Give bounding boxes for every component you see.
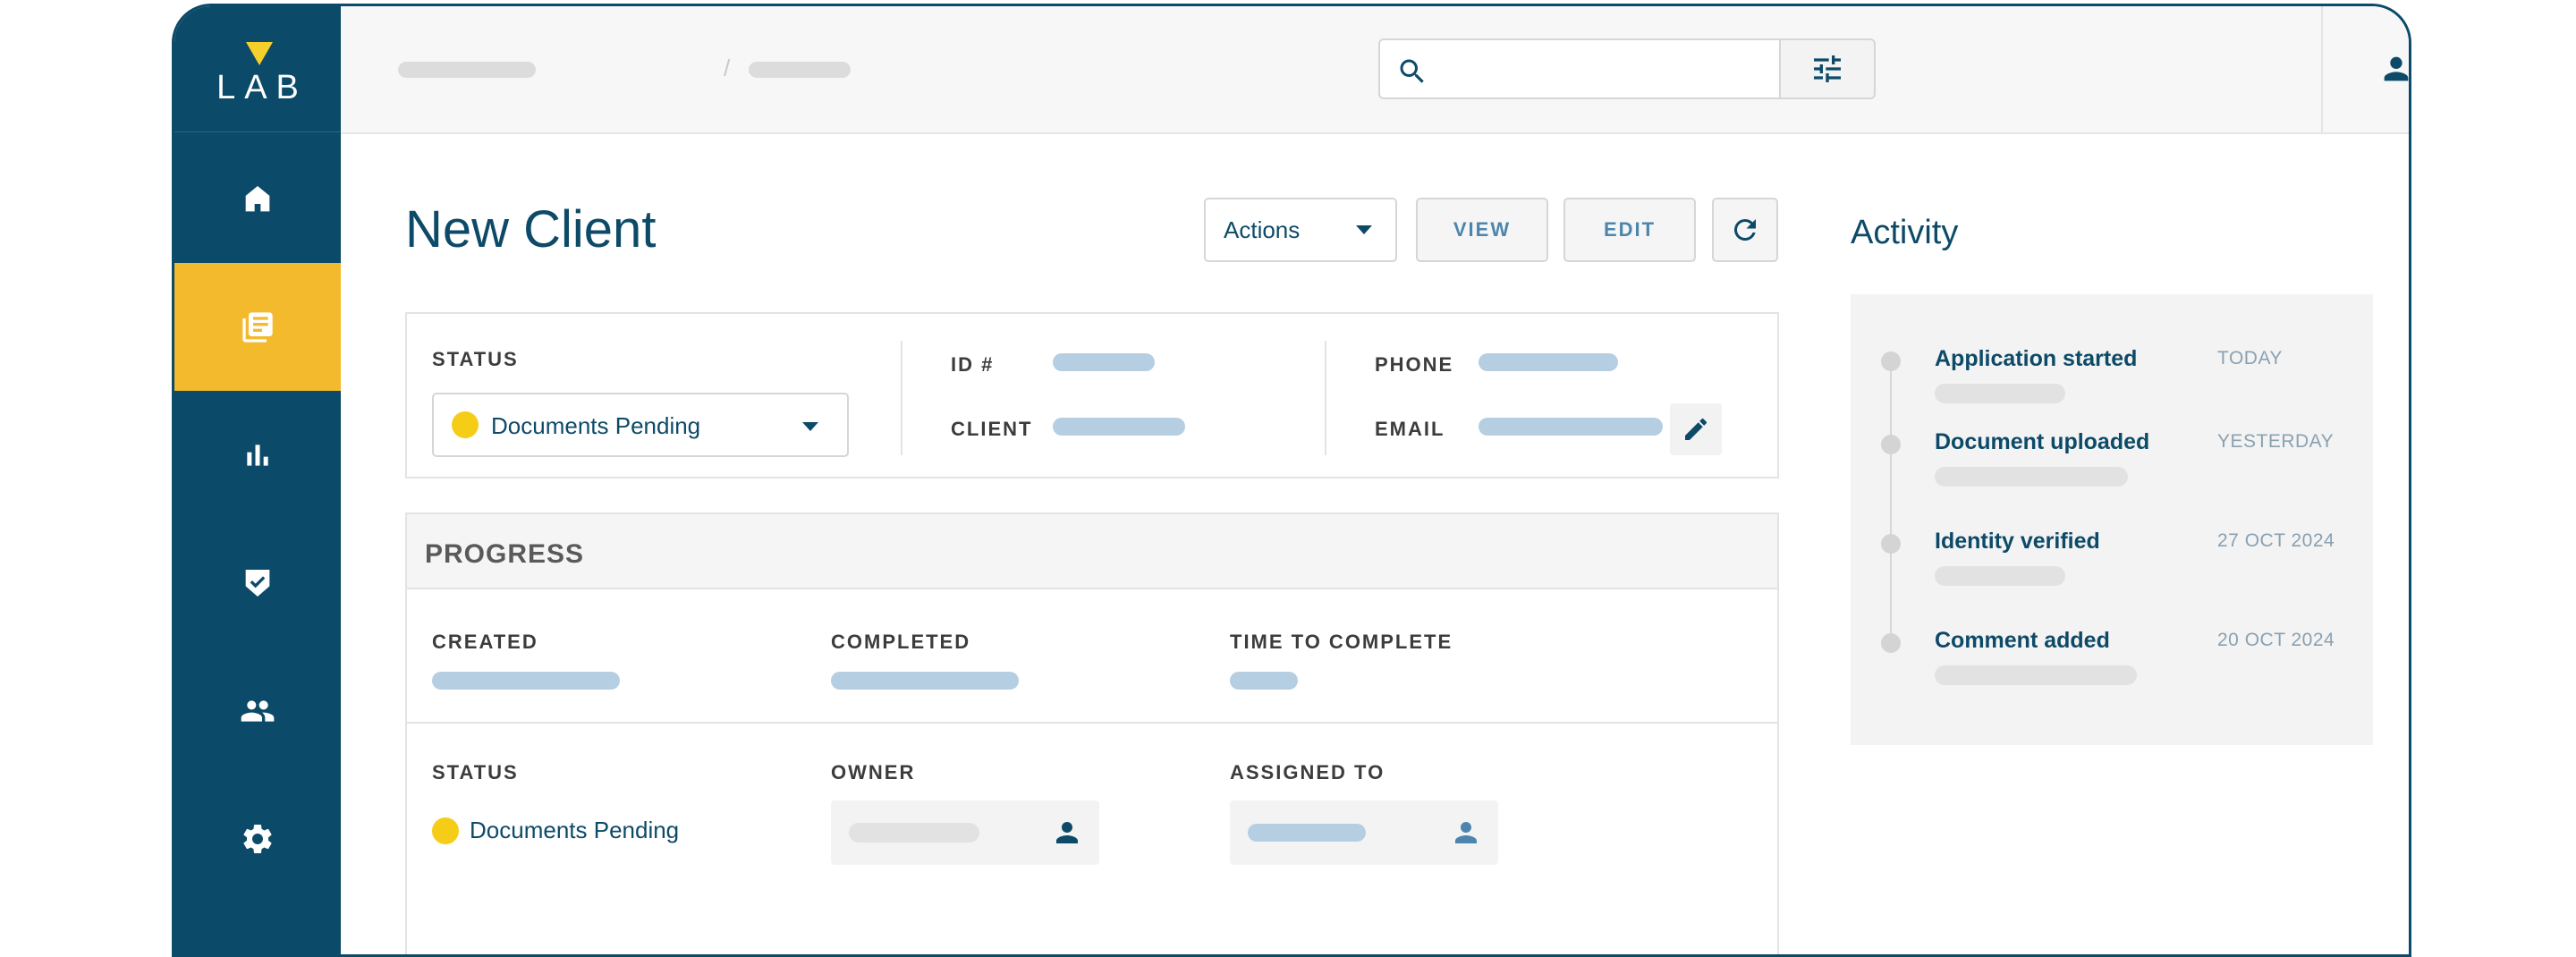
email-label: EMAIL <box>1375 418 1445 440</box>
email-value-placeholder <box>1479 418 1663 436</box>
sidebar-item-reports[interactable] <box>174 391 341 519</box>
activity-panel: Application started TODAY Document uploa… <box>1851 294 2373 745</box>
chevron-down-icon <box>802 422 818 431</box>
activity-item: Application started TODAY <box>1851 294 2373 403</box>
activity-label[interactable]: Comment added <box>1935 628 2110 654</box>
sidebar-item-documents[interactable] <box>174 263 341 391</box>
edit-email-button[interactable] <box>1670 403 1722 455</box>
assigned-to-label: ASSIGNED TO <box>1230 761 1385 783</box>
activity-date: 20 OCT 2024 <box>2217 630 2335 650</box>
progress-status-value: Documents Pending <box>432 817 679 844</box>
time-value-placeholder <box>1230 672 1298 690</box>
logo-text: LAB <box>216 69 308 106</box>
breadcrumb-item-placeholder[interactable] <box>749 62 851 78</box>
people-icon <box>241 699 275 722</box>
phone-label: PHONE <box>1375 353 1454 376</box>
app-window: LAB / New Client Actions VIEW EDIT STATU… <box>172 4 2411 957</box>
progress-title: PROGRESS <box>425 539 585 569</box>
sidebar-item-tasks[interactable] <box>174 519 341 647</box>
timeline-dot <box>1881 435 1901 454</box>
sidebar-item-settings[interactable] <box>174 775 341 902</box>
logo[interactable]: LAB <box>174 6 341 132</box>
status-dot <box>432 817 459 844</box>
activity-label[interactable]: Document uploaded <box>1935 429 2149 455</box>
refresh-button[interactable] <box>1712 198 1778 262</box>
activity-item: Identity verified 27 OCT 2024 <box>1851 477 2373 586</box>
progress-header: PROGRESS <box>407 514 1777 589</box>
chevron-down-icon <box>1356 225 1372 234</box>
user-icon <box>1455 822 1477 843</box>
refresh-icon <box>1734 219 1756 241</box>
activity-item: Document uploaded YESTERDAY <box>1851 377 2373 487</box>
activity-label[interactable]: Application started <box>1935 346 2137 372</box>
status-label: STATUS <box>432 348 519 370</box>
status-dot <box>452 411 479 438</box>
top-bar: / <box>341 6 2409 134</box>
activity-date: 27 OCT 2024 <box>2217 530 2335 551</box>
breadcrumb-separator: / <box>724 55 731 81</box>
activity-date: YESTERDAY <box>2217 431 2334 452</box>
created-label: CREATED <box>432 631 538 653</box>
completed-label: COMPLETED <box>831 631 971 653</box>
documents-icon <box>242 311 273 343</box>
pencil-icon <box>1685 418 1707 440</box>
sidebar-item-users[interactable] <box>174 647 341 775</box>
activity-item: Comment added 20 OCT 2024 <box>1851 576 2373 685</box>
search-input[interactable] <box>1378 38 1781 99</box>
progress-status-label: STATUS <box>432 761 519 783</box>
owner-field[interactable] <box>831 800 1099 865</box>
user-icon <box>1056 822 1078 843</box>
activity-detail-placeholder <box>1935 665 2137 685</box>
filter-icon <box>1814 55 1841 82</box>
divider <box>1325 341 1326 455</box>
gear-icon <box>243 824 272 853</box>
sidebar: LAB <box>174 6 341 954</box>
timeline-dot <box>1881 534 1901 554</box>
actions-label: Actions <box>1224 216 1301 243</box>
status-select[interactable]: Documents Pending <box>432 393 849 457</box>
id-value-placeholder <box>1053 353 1155 371</box>
shield-check-icon <box>245 569 270 597</box>
sidebar-item-home[interactable] <box>174 135 341 263</box>
activity-title: Activity <box>1851 214 1959 251</box>
search-icon <box>1400 59 1424 83</box>
timeline-dot <box>1881 351 1901 371</box>
assigned-value-placeholder <box>1248 824 1366 842</box>
filter-button[interactable] <box>1779 38 1876 99</box>
assigned-to-field[interactable] <box>1230 800 1498 865</box>
owner-label: OWNER <box>831 761 916 783</box>
completed-value-placeholder <box>831 672 1019 690</box>
id-label: ID # <box>951 353 995 376</box>
page-title: New Client <box>405 200 657 258</box>
client-value-placeholder <box>1053 418 1185 436</box>
divider <box>407 722 1777 724</box>
phone-value-placeholder <box>1479 353 1618 371</box>
bar-chart-icon <box>247 444 268 466</box>
time-to-complete-label: TIME TO COMPLETE <box>1230 631 1453 653</box>
progress-status-text: Documents Pending <box>470 817 680 843</box>
client-details-card: STATUS Documents Pending ID # CLIENT PHO… <box>405 312 1779 478</box>
timeline-dot <box>1881 633 1901 653</box>
created-value-placeholder <box>432 672 620 690</box>
actions-dropdown[interactable]: Actions <box>1204 198 1397 262</box>
home-icon <box>245 185 270 211</box>
logo-triangle <box>246 42 273 65</box>
activity-date: TODAY <box>2217 348 2283 368</box>
breadcrumb-item-placeholder[interactable] <box>398 62 536 78</box>
divider <box>901 341 902 455</box>
user-icon[interactable] <box>2378 51 2411 87</box>
view-button[interactable]: VIEW <box>1416 198 1548 262</box>
activity-label[interactable]: Identity verified <box>1935 529 2100 555</box>
owner-value-placeholder <box>849 823 979 843</box>
top-bar-divider <box>2321 6 2323 132</box>
client-label: CLIENT <box>951 418 1033 440</box>
edit-button[interactable]: EDIT <box>1563 198 1696 262</box>
progress-panel: PROGRESS CREATED COMPLETED TIME TO COMPL… <box>405 512 1779 954</box>
status-select-value: Documents Pending <box>491 412 701 439</box>
